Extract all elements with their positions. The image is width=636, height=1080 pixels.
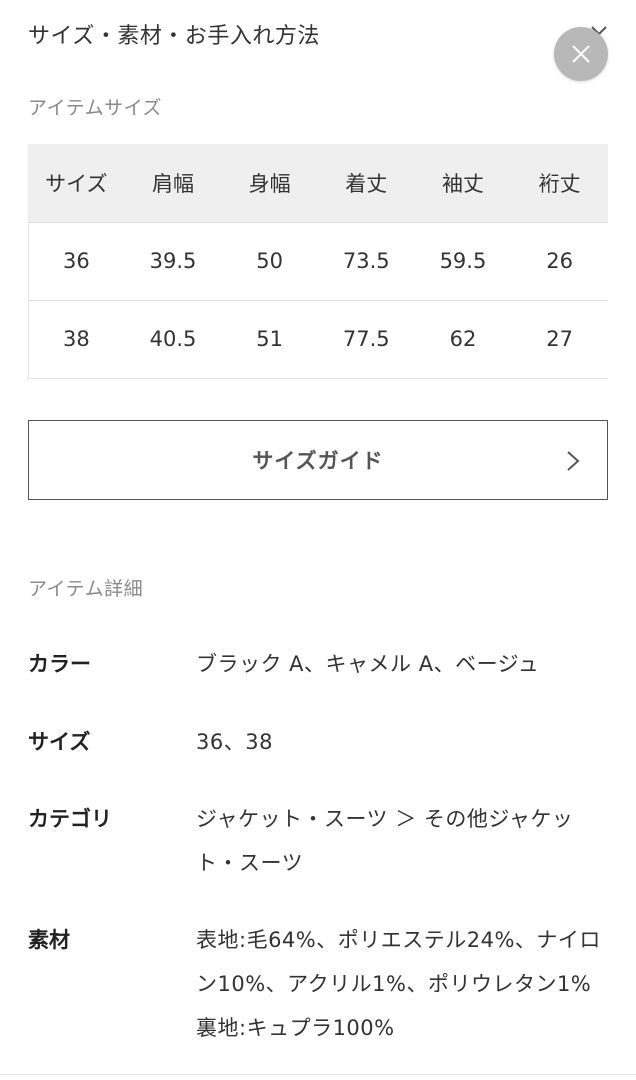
detail-value: ジャケット・スーツ ＞ その他ジャケット・スーツ: [196, 807, 574, 875]
column-header: 着丈: [317, 144, 415, 223]
table-cell: 77.5: [317, 300, 415, 379]
table-header-row: サイズ 肩幅 身幅 着丈 袖丈 裄丈: [28, 144, 608, 223]
size-guide-button[interactable]: サイズガイド: [28, 420, 608, 500]
table-cell: 51: [221, 300, 318, 379]
detail-key: 素材: [28, 928, 70, 952]
column-header: サイズ: [28, 144, 125, 223]
column-header: 身幅: [221, 144, 318, 223]
panel-title: サイズ・素材・お手入れ方法: [28, 24, 320, 49]
chevron-right-icon: [567, 451, 580, 471]
column-header: 袖丈: [414, 144, 512, 223]
table-cell: 62: [414, 300, 512, 379]
column-header: 肩幅: [124, 144, 222, 223]
detail-key: カテゴリ: [28, 807, 112, 831]
table-row: 38 40.5 51 77.5 62 27: [28, 300, 608, 379]
table-cell: 59.5: [414, 222, 512, 301]
column-header: 裄丈: [511, 144, 608, 223]
table-cell: 73.5: [317, 222, 415, 301]
size-table: サイズ 肩幅 身幅 着丈 袖丈 裄丈 36 39.5 50 73.5 59.5 …: [28, 144, 608, 379]
divider: [0, 1074, 636, 1075]
item-size-label: アイテムサイズ: [28, 97, 163, 119]
table-cell: 36: [28, 222, 125, 301]
close-button[interactable]: [554, 27, 608, 81]
detail-key: カラー: [28, 652, 91, 676]
item-detail-label: アイテム詳細: [28, 578, 144, 600]
table-cell: 38: [28, 300, 125, 379]
detail-key: サイズ: [28, 730, 91, 754]
size-material-care-panel: サイズ・素材・お手入れ方法 アイテムサイズ サイズ 肩幅 身幅 着丈 袖丈 裄丈…: [0, 0, 636, 1080]
table-row: 36 39.5 50 73.5 59.5 26: [28, 222, 608, 301]
detail-value: ブラック A、キャメル A、ベージュ: [196, 652, 540, 676]
table-cell: 27: [511, 300, 608, 379]
table-cell: 50: [221, 222, 318, 301]
size-guide-label: サイズガイド: [252, 449, 384, 473]
detail-value: 36、38: [196, 730, 273, 754]
close-icon: [572, 45, 590, 63]
table-cell: 39.5: [124, 222, 222, 301]
table-cell: 40.5: [124, 300, 222, 379]
detail-value: 表地:毛64%、ポリエステル24%、ナイロン10%、アクリル1%、ポリウレタン1…: [196, 928, 601, 1040]
table-cell: 26: [511, 222, 608, 301]
